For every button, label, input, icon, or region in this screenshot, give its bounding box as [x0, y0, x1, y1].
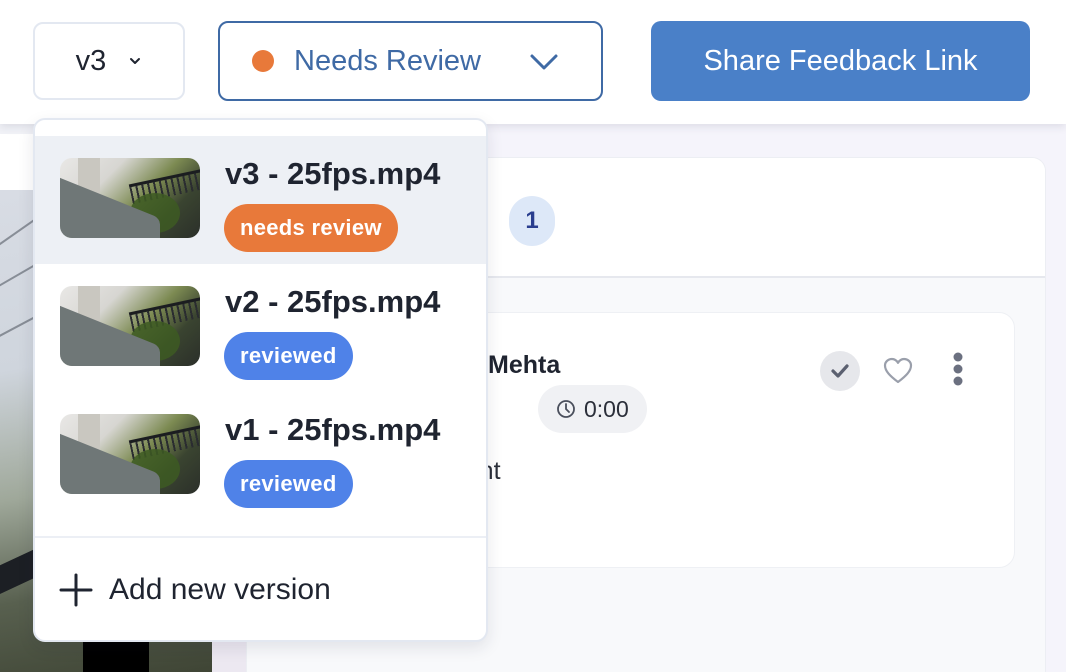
resolve-comment-button[interactable]	[820, 351, 860, 391]
version-status-badge: reviewed	[224, 460, 353, 508]
clock-icon	[557, 400, 575, 418]
version-name: v3 - 25fps.mp4	[225, 156, 441, 191]
version-name: v1 - 25fps.mp4	[225, 412, 441, 447]
comment-count-badge: 1	[509, 196, 555, 246]
comment-timestamp-chip[interactable]: 0:00	[538, 385, 647, 433]
comment-card[interactable]: Mehta ago 0:00 bright	[407, 312, 1015, 568]
version-thumbnail	[60, 286, 200, 366]
comment-timestamp: 0:00	[584, 395, 629, 422]
comment-author: Mehta	[488, 351, 561, 379]
version-status-badge: needs review	[224, 204, 398, 252]
status-select[interactable]: Needs Review	[218, 21, 603, 101]
version-thumbnail	[60, 158, 200, 238]
add-new-version-button[interactable]: Add new version	[35, 538, 486, 640]
version-name: v2 - 25fps.mp4	[225, 284, 441, 319]
check-icon	[831, 364, 849, 378]
chevron-down-icon	[130, 58, 141, 64]
status-dot	[252, 50, 274, 72]
version-item-v2[interactable]: v2 - 25fps.mp4 reviewed	[35, 264, 486, 392]
more-vertical-icon[interactable]	[948, 351, 968, 391]
version-status-badge: reviewed	[224, 332, 353, 380]
add-new-version-label: Add new version	[109, 573, 331, 606]
version-item-v1[interactable]: v1 - 25fps.mp4 reviewed	[35, 392, 486, 520]
version-item-v3[interactable]: v3 - 25fps.mp4 needs review	[35, 136, 486, 264]
video-frame-detail	[83, 640, 149, 672]
version-thumbnail	[60, 414, 200, 494]
top-toolbar: v3 Needs Review Share Feedback Link	[0, 0, 1066, 124]
plus-icon	[59, 573, 93, 607]
version-dropdown-menu: v3 - 25fps.mp4 needs review v2 - 25fps.m…	[33, 118, 488, 642]
chevron-down-icon	[530, 54, 558, 70]
version-select-value: v3	[75, 44, 107, 77]
share-feedback-link-button[interactable]: Share Feedback Link	[651, 21, 1030, 101]
heart-icon[interactable]	[882, 355, 914, 387]
version-select[interactable]: v3	[33, 22, 185, 100]
status-select-value: Needs Review	[294, 44, 481, 77]
